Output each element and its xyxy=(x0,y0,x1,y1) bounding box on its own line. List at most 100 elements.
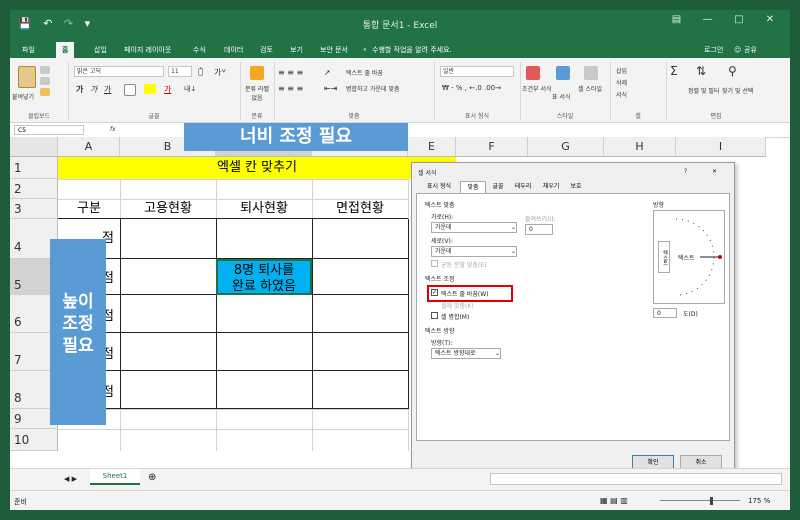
bold-icon[interactable]: 가 xyxy=(76,84,83,95)
cell-a3[interactable]: 구분 xyxy=(58,199,120,219)
col-header-a[interactable]: A xyxy=(58,137,120,157)
name-box[interactable]: C5 xyxy=(14,125,84,135)
tab-page-layout[interactable]: 페이지 레이아웃 xyxy=(124,42,171,58)
tab-font[interactable]: 글꼴 xyxy=(488,181,508,193)
col-header-f[interactable]: F xyxy=(456,137,528,157)
underline-icon[interactable]: 가 xyxy=(104,84,111,95)
merge-cells-checkbox[interactable] xyxy=(431,312,438,319)
grow-font-icon[interactable]: 가̂ xyxy=(198,67,203,76)
tab-home[interactable]: 홈 xyxy=(56,42,75,58)
copy-icon[interactable] xyxy=(40,77,50,85)
paste-icon[interactable] xyxy=(18,66,36,88)
fx-icon[interactable]: fx xyxy=(110,126,116,133)
horizontal-scrollbar[interactable] xyxy=(490,473,782,485)
chevron-down-icon[interactable]: ⌄ xyxy=(511,224,516,231)
cell-c5-selected[interactable]: 8명 퇴사를 완료 하였음 xyxy=(216,259,312,295)
tab-security[interactable]: 보안 문서 xyxy=(320,42,348,58)
zoom-slider[interactable] xyxy=(660,500,740,501)
shrink-font-icon[interactable]: 가̌ xyxy=(214,67,221,78)
wrap-text-checkbox[interactable]: ✓ xyxy=(431,289,438,296)
chevron-down-icon[interactable]: ⌄ xyxy=(511,248,516,255)
add-sheet-icon[interactable]: ⊕ xyxy=(148,472,156,483)
merge-center-button[interactable]: 병합하고 가운데 맞춤 xyxy=(346,84,400,93)
classification-label[interactable]: 분류 라벨 없음 xyxy=(242,84,272,102)
format-table-icon[interactable] xyxy=(556,66,570,80)
vertical-select[interactable]: 가운데 xyxy=(431,246,517,257)
tab-insert[interactable]: 삽입 xyxy=(94,42,107,58)
italic-icon[interactable]: 가 xyxy=(90,84,97,95)
conditional-format-icon[interactable] xyxy=(526,66,540,80)
cell-d3[interactable]: 면접현황 xyxy=(312,199,408,219)
cut-icon[interactable] xyxy=(40,66,50,74)
orientation-box[interactable]: 텍스트 텍스트 xyxy=(653,210,725,304)
zoom-level[interactable]: 175 % xyxy=(748,497,770,505)
tab-view[interactable]: 보기 xyxy=(290,42,303,58)
view-icons[interactable]: ▦ ▤ ▥ xyxy=(600,496,628,505)
cell-style-icon[interactable] xyxy=(584,66,598,80)
find-select-icon[interactable]: ⚲ xyxy=(728,64,737,78)
tab-border[interactable]: 테두리 xyxy=(510,181,536,193)
delete-button[interactable]: 삭제 xyxy=(616,78,627,87)
sort-filter-icon[interactable]: ⇅ xyxy=(696,64,706,78)
number-format-select[interactable]: 일반 xyxy=(440,66,514,77)
indent-input[interactable]: 0 xyxy=(525,224,553,235)
tab-protection[interactable]: 보호 xyxy=(566,181,586,193)
col-header-g[interactable]: G xyxy=(528,137,604,157)
cell-b3[interactable]: 고용현황 xyxy=(120,199,216,219)
degree-input[interactable]: 0 xyxy=(653,308,677,318)
ok-button[interactable]: 확인 xyxy=(632,455,674,469)
align-horizontal-icons[interactable]: ≡ ≡ ≡ xyxy=(278,84,303,93)
fill-color-icon[interactable] xyxy=(144,84,156,94)
share-icon[interactable]: ☺ xyxy=(734,42,741,58)
ribbon-display-icon[interactable]: ▤ xyxy=(662,14,690,25)
maximize-icon[interactable]: □ xyxy=(725,14,753,25)
number-format-icons[interactable]: ₩ - % , ←.0 .00→ xyxy=(442,84,501,92)
orientation-vertical-text[interactable]: 텍스트 xyxy=(658,241,670,273)
row-header-1[interactable]: 1 xyxy=(10,157,58,179)
row-header-10[interactable]: 10 xyxy=(10,429,58,451)
insert-button[interactable]: 삽입 xyxy=(616,66,627,75)
cancel-button[interactable]: 취소 xyxy=(680,455,722,469)
row-header-2[interactable]: 2 xyxy=(10,179,58,199)
orientation-icon[interactable]: ➚ xyxy=(324,68,331,77)
format-button[interactable]: 서식 xyxy=(616,90,627,99)
distributed-checkbox[interactable] xyxy=(431,260,438,267)
direction-select[interactable]: 텍스트 방향대로 xyxy=(431,348,501,359)
font-color-icon[interactable]: 가 xyxy=(164,84,171,95)
tab-file[interactable]: 파일 xyxy=(22,42,35,58)
conditional-format-button[interactable]: 조건부 서식 xyxy=(522,84,552,93)
font-size-select[interactable]: 11 xyxy=(168,66,192,77)
login-link[interactable]: 로그인 xyxy=(704,42,723,58)
tab-formulas[interactable]: 수식 xyxy=(193,42,206,58)
col-header-e[interactable]: E xyxy=(408,137,456,157)
sort-filter-button[interactable]: 정렬 및 필터 xyxy=(688,86,719,95)
select-all-corner[interactable] xyxy=(10,137,58,157)
chevron-down-icon[interactable]: ⌄ xyxy=(495,350,500,357)
tab-review[interactable]: 검토 xyxy=(260,42,273,58)
minimize-icon[interactable]: — xyxy=(694,14,722,25)
row-header-3[interactable]: 3 xyxy=(10,199,58,219)
dialog-close-icon[interactable]: ✕ xyxy=(712,168,717,175)
sheet-nav-icons[interactable]: ◀ ▶ xyxy=(64,475,77,483)
border-icon[interactable] xyxy=(124,84,136,96)
font-name-select[interactable]: 맑은 고딕 xyxy=(74,66,164,77)
cell-style-button[interactable]: 셀 스타일 xyxy=(578,84,602,93)
title-cell[interactable]: 엑셀 칸 맞추기 xyxy=(58,157,456,179)
indent-icons[interactable]: ⇤⇥ xyxy=(324,84,337,93)
align-top-icons[interactable]: ≡ ≡ ≡ xyxy=(278,68,303,77)
sheet-tab-sheet1[interactable]: Sheet1 xyxy=(90,469,140,485)
wrap-text-button[interactable]: 텍스트 줄 바꿈 xyxy=(346,68,383,77)
horizontal-select[interactable]: 가운데 xyxy=(431,222,517,233)
close-icon[interactable]: ✕ xyxy=(756,14,784,25)
find-select-button[interactable]: 찾기 및 선택 xyxy=(722,86,753,95)
format-painter-icon[interactable] xyxy=(40,88,50,96)
format-table-button[interactable]: 표 서식 xyxy=(552,92,570,101)
autosum-icon[interactable]: Σ xyxy=(670,64,678,78)
phonetic-icon[interactable]: 내↓ xyxy=(184,84,196,94)
tab-data[interactable]: 데이터 xyxy=(224,42,243,58)
zoom-slider-thumb[interactable] xyxy=(710,497,713,505)
help-icon[interactable]: ? xyxy=(684,168,687,175)
tab-fill[interactable]: 채우기 xyxy=(538,181,564,193)
cell-c3[interactable]: 퇴사현황 xyxy=(216,199,312,219)
classification-icon[interactable] xyxy=(250,66,264,80)
